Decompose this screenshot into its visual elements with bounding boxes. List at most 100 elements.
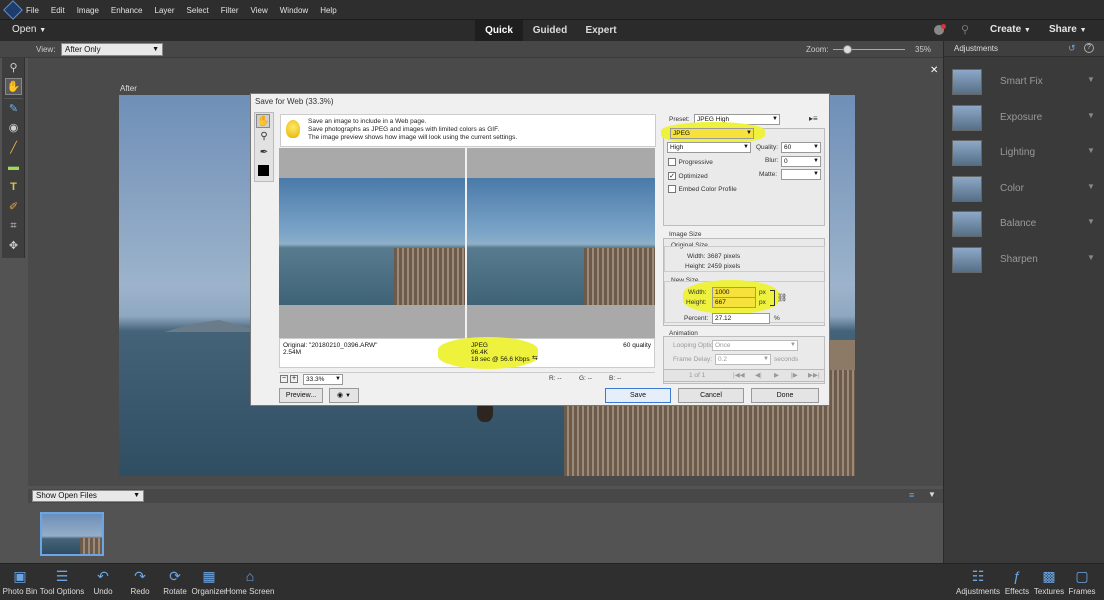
straighten-tool-icon[interactable]: ▬ [5, 159, 22, 176]
quality-field[interactable]: 60 ▼ [781, 142, 821, 153]
optimized-quality: 60 quality [623, 342, 651, 349]
browser-preview-button[interactable]: ◉ ▼ [329, 388, 359, 403]
chevron-down-icon: ▼ [813, 158, 819, 164]
matte-dropdown[interactable]: ▼ [781, 169, 821, 180]
quick-selection-tool-icon[interactable]: ✎ [5, 101, 22, 118]
optimized-preview-image [467, 178, 655, 305]
exposure-icon [952, 104, 982, 131]
frame-delay-field[interactable]: 0.2 ▼ [715, 354, 771, 365]
zoom-tool-icon[interactable]: ⚲ [257, 130, 271, 144]
progressive-checkbox[interactable]: Progressive [668, 156, 713, 166]
whiten-teeth-tool-icon[interactable]: ╱ [5, 140, 22, 157]
spot-healing-tool-icon[interactable]: ✐ [5, 199, 22, 216]
quality-preset-dropdown[interactable]: High ▼ [667, 142, 751, 153]
menu-item-filter[interactable]: Filter [221, 6, 239, 15]
chevron-down-icon: ▼ [813, 171, 819, 177]
menu-item-image[interactable]: Image [77, 6, 99, 15]
menu-item-help[interactable]: Help [320, 6, 336, 15]
format-dropdown[interactable]: JPEG ▼ [670, 128, 754, 139]
save-button[interactable]: Save [605, 388, 671, 403]
chain-link-icon[interactable]: ⛓ [777, 293, 787, 302]
share-button[interactable]: Share ▼ [1049, 24, 1087, 35]
original-width: Width: 3687 pixels [687, 253, 741, 260]
prev-frame-icon[interactable]: ◀| [755, 371, 762, 379]
tab-expert[interactable]: Expert [577, 20, 625, 41]
download-speed-menu-icon[interactable]: ⇆ [532, 355, 538, 362]
menu-item-layer[interactable]: Layer [155, 6, 175, 15]
tab-quick[interactable]: Quick [475, 20, 523, 41]
zoom-in-icon[interactable]: + [290, 375, 298, 383]
r-readout: R: -- [549, 375, 562, 382]
sharpen-icon [952, 246, 982, 273]
tip-line: Save photographs as JPEG and images with… [308, 126, 500, 133]
last-frame-icon[interactable]: ▶▶| [808, 371, 820, 379]
eyedropper-color-swatch[interactable] [258, 165, 269, 176]
adjustment-sharpen[interactable]: Sharpen ▼ [944, 245, 1104, 277]
canvas-after-label: After [120, 84, 137, 93]
embed-profile-label: Embed Color Profile [678, 186, 737, 193]
blur-label: Blur: [765, 157, 779, 164]
looping-dropdown[interactable]: Once ▼ [712, 340, 798, 351]
adjustment-exposure[interactable]: Exposure ▼ [944, 103, 1104, 135]
crop-tool-icon[interactable]: ⌗ [5, 218, 22, 235]
height-field[interactable]: 667 [712, 297, 756, 308]
type-tool-icon[interactable]: T [5, 179, 22, 196]
show-files-dropdown[interactable]: Show Open Files ▼ [32, 490, 144, 502]
first-frame-icon[interactable]: |◀◀ [733, 371, 745, 379]
preset-menu-icon[interactable]: ▸≡ [809, 114, 818, 123]
bottom-label: Photo Bin [2, 587, 38, 596]
adjustment-balance[interactable]: Balance ▼ [944, 209, 1104, 241]
tip-box: Save an image to include in a Web page. … [280, 114, 656, 147]
frame-delay-label: Frame Delay: [673, 356, 713, 363]
hand-tool-icon[interactable]: ✋ [5, 78, 22, 95]
help-icon[interactable]: ? [1084, 43, 1094, 53]
zoom-slider-thumb[interactable] [842, 45, 852, 54]
blur-field[interactable]: 0 ▼ [781, 156, 821, 167]
zoom-tool-icon[interactable]: ⚲ [5, 60, 22, 77]
done-button[interactable]: Done [751, 388, 819, 403]
tab-guided[interactable]: Guided [525, 20, 575, 41]
link-icon[interactable]: ⚲ [961, 23, 969, 36]
adjustment-color[interactable]: Color ▼ [944, 174, 1104, 206]
open-button[interactable]: Open ▼ [12, 24, 46, 35]
next-frame-icon[interactable]: |▶ [791, 371, 798, 379]
adjustments-header: Adjustments ↺ ? [944, 41, 1104, 57]
photo-bin-thumbnail[interactable] [40, 512, 104, 556]
frames-button[interactable]: ▢ Frames [1054, 568, 1104, 596]
adjustment-lighting[interactable]: Lighting ▼ [944, 138, 1104, 170]
zoom-out-icon[interactable]: − [280, 375, 288, 383]
adjustments-panel: Adjustments ↺ ? Smart Fix ▼ Exposure ▼ Light… [943, 41, 1104, 563]
bin-menu-icon[interactable]: ≡ [909, 490, 914, 500]
bottom-label: Frames [1068, 587, 1096, 596]
create-button[interactable]: Create ▼ [990, 24, 1031, 35]
chevron-down-icon: ▼ [763, 356, 769, 362]
move-tool-icon[interactable]: ✥ [5, 238, 22, 255]
view-dropdown[interactable]: After Only ▼ [61, 43, 163, 56]
menu-item-view[interactable]: View [251, 6, 268, 15]
eyedropper-tool-icon[interactable]: ✒ [257, 146, 271, 160]
adjustment-smart-fix[interactable]: Smart Fix ▼ [944, 67, 1104, 99]
menu-item-file[interactable]: File [26, 6, 39, 15]
hand-tool-icon[interactable]: ✋ [256, 114, 270, 128]
embed-profile-checkbox[interactable]: Embed Color Profile [668, 183, 737, 193]
close-document-icon[interactable]: ✕ [930, 65, 938, 76]
red-eye-tool-icon[interactable]: ◉ [5, 120, 22, 137]
optimized-checkbox[interactable]: ✓ Optimized [668, 170, 708, 180]
preview-zoom-field[interactable]: 33.3% ▼ [303, 374, 343, 385]
menu-item-enhance[interactable]: Enhance [111, 6, 143, 15]
adjustments-title: Adjustments [954, 44, 999, 53]
tool-divider [4, 98, 23, 99]
menu-item-edit[interactable]: Edit [51, 6, 65, 15]
optimized-info: JPEG 96.4K 18 sec @ 56.6 Kbps ⇆ 60 quali… [438, 337, 655, 369]
reset-icon[interactable]: ↺ [1068, 43, 1076, 54]
adjustment-label: Sharpen [1000, 253, 1038, 265]
menu-item-select[interactable]: Select [187, 6, 209, 15]
cancel-button[interactable]: Cancel [678, 388, 744, 403]
collapse-bin-icon[interactable]: ▼ [928, 490, 936, 499]
menu-item-window[interactable]: Window [280, 6, 308, 15]
preview-button[interactable]: Preview... [279, 388, 323, 403]
home-screen-button[interactable]: ⌂ Home Screen [222, 568, 278, 596]
percent-field[interactable]: 27.12 [712, 313, 770, 324]
tip-line: The image preview shows how image will l… [308, 134, 518, 141]
play-icon[interactable]: ▶ [774, 371, 779, 379]
